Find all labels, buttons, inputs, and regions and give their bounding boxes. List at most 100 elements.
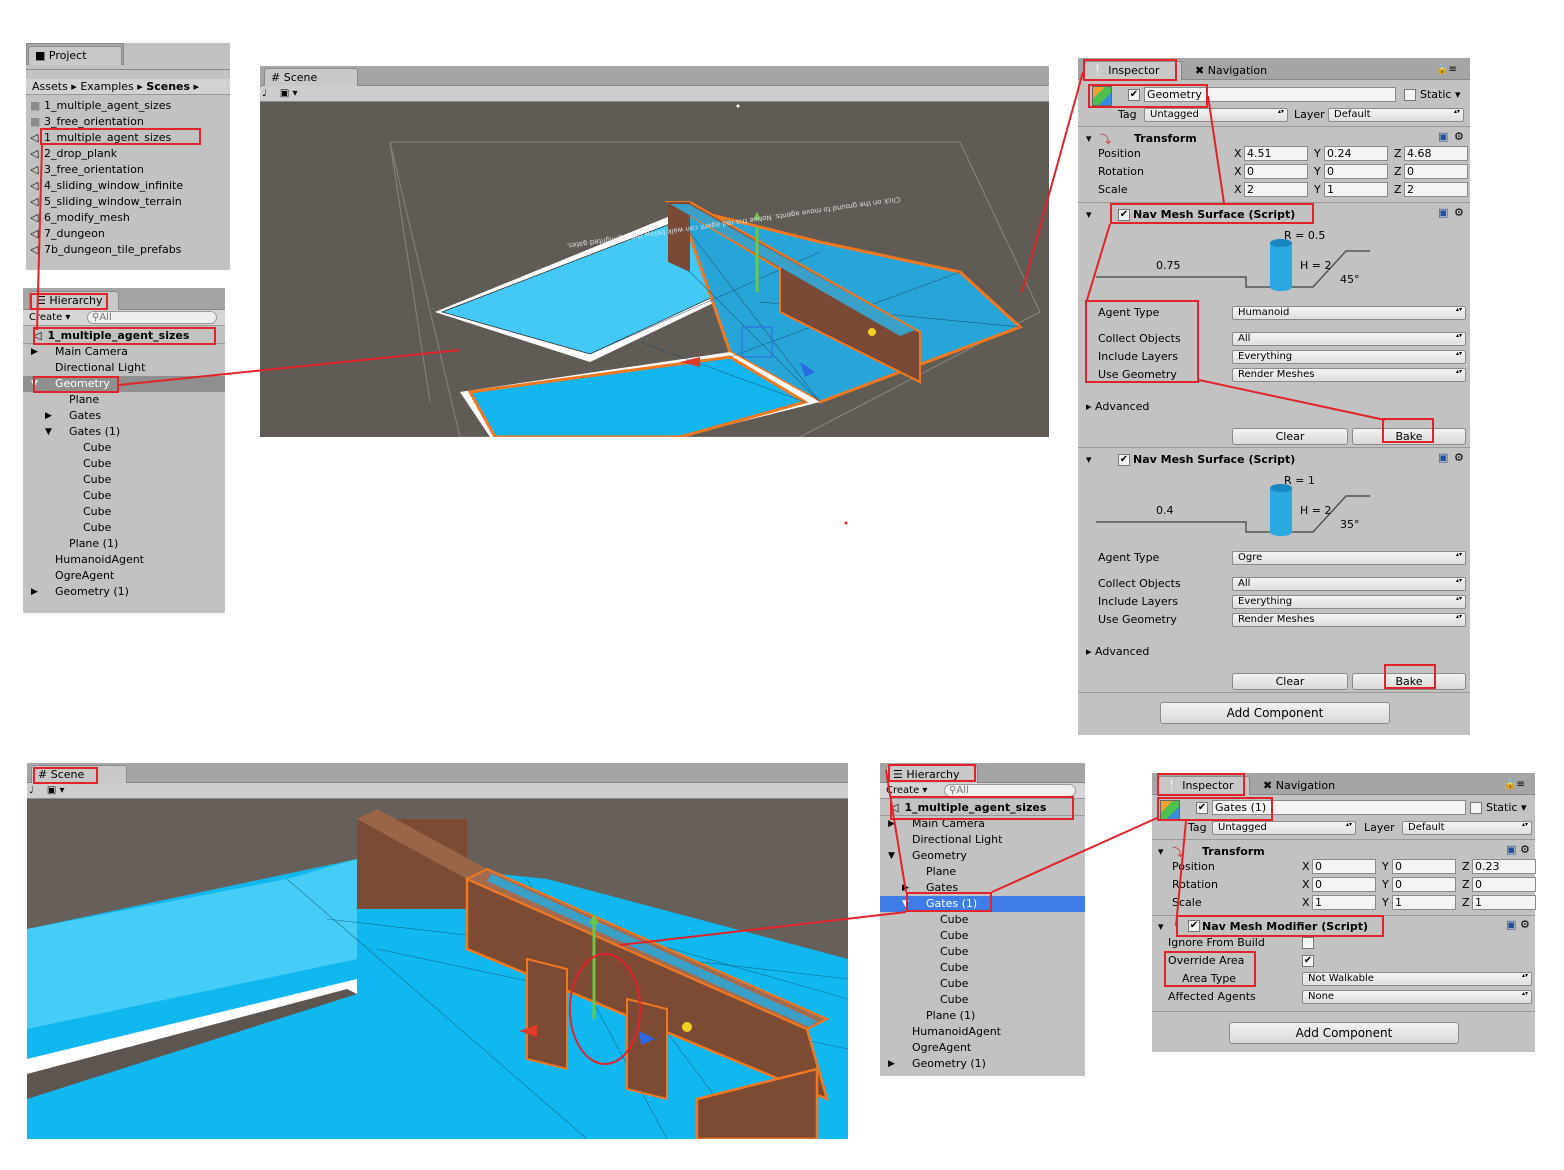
foldout-arrow-icon[interactable]: ▾ bbox=[1158, 845, 1164, 858]
transform-y-field[interactable]: 1 bbox=[1324, 182, 1388, 197]
object-name-field[interactable]: Geometry bbox=[1144, 87, 1396, 102]
active-checkbox[interactable]: ✔ bbox=[1196, 802, 1208, 814]
hierarchy-item[interactable]: ▶ Gates bbox=[23, 408, 225, 424]
transform-x-field[interactable]: 2 bbox=[1244, 182, 1308, 197]
foldout-right-icon[interactable]: ▶ bbox=[888, 818, 895, 830]
collect-objects-dropdown[interactable]: All bbox=[1232, 577, 1466, 591]
ignore-from-build-checkbox[interactable] bbox=[1302, 937, 1314, 949]
transform-z-field[interactable]: 4.68 bbox=[1404, 146, 1468, 161]
image-effects-icon[interactable]: ▣ ▾ bbox=[47, 785, 65, 796]
affected-agents-dropdown[interactable]: None bbox=[1302, 990, 1532, 1004]
scene-file-item[interactable]: ◁ 6_modify_mesh bbox=[26, 210, 230, 226]
tab-project[interactable]: ■ Project bbox=[28, 46, 122, 65]
hierarchy-item[interactable]: Plane (1) bbox=[23, 536, 225, 552]
static-checkbox[interactable] bbox=[1470, 802, 1482, 814]
hierarchy-item[interactable]: Cube bbox=[880, 992, 1085, 1008]
search-input[interactable]: ⚲All bbox=[87, 311, 217, 324]
hierarchy-item[interactable]: Directional Light bbox=[23, 360, 225, 376]
hierarchy-item[interactable]: Cube bbox=[880, 960, 1085, 976]
hierarchy-item[interactable]: Cube bbox=[880, 976, 1085, 992]
transform-y-field[interactable]: 0 bbox=[1392, 859, 1456, 874]
hierarchy-item[interactable]: ▶ Gates bbox=[880, 880, 1085, 896]
transform-z-field[interactable]: 0.23 bbox=[1472, 859, 1536, 874]
lock-icon[interactable]: 🔒≡ bbox=[1436, 64, 1457, 75]
scene-file-item[interactable]: ◁ 7_dungeon bbox=[26, 226, 230, 242]
create-dropdown[interactable]: Create ▾ bbox=[29, 311, 81, 325]
breadcrumb-assets[interactable]: Assets bbox=[32, 80, 68, 93]
foldout-down-icon[interactable]: ▼ bbox=[31, 378, 38, 390]
help-icon[interactable]: ▣ bbox=[1506, 843, 1516, 856]
gear-icon[interactable]: ⚙ bbox=[1454, 206, 1464, 219]
scene-file-item[interactable]: ◁ 4_sliding_window_infinite bbox=[26, 178, 230, 194]
area-type-dropdown[interactable]: Not Walkable bbox=[1302, 972, 1532, 986]
foldout-right-icon[interactable]: ▶ bbox=[31, 346, 38, 358]
add-component-button[interactable]: Add Component bbox=[1229, 1022, 1459, 1044]
advanced-foldout[interactable]: ▸ Advanced bbox=[1086, 645, 1149, 658]
bake-button[interactable]: Bake bbox=[1352, 673, 1466, 690]
transform-y-field[interactable]: 0.24 bbox=[1324, 146, 1388, 161]
hierarchy-item[interactable]: Cube bbox=[880, 944, 1085, 960]
gear-icon[interactable]: ⚙ bbox=[1520, 843, 1530, 856]
audio-icon[interactable]: ♩ bbox=[29, 785, 34, 796]
transform-x-field[interactable]: 4.51 bbox=[1244, 146, 1308, 161]
foldout-right-icon[interactable]: ▶ bbox=[45, 410, 52, 422]
layer-dropdown[interactable]: Default bbox=[1402, 821, 1532, 835]
modifier-enabled-checkbox[interactable]: ✔ bbox=[1188, 920, 1200, 932]
foldout-right-icon[interactable]: ▶ bbox=[902, 882, 909, 894]
tab-hierarchy[interactable]: ☰ Hierarchy bbox=[886, 765, 978, 783]
tab-navigation[interactable]: ✖ Navigation bbox=[1188, 61, 1298, 79]
component-enabled-checkbox[interactable]: ✔ bbox=[1118, 454, 1130, 466]
hierarchy-item[interactable]: ▼ Gates (1) bbox=[880, 896, 1085, 912]
override-area-checkbox[interactable]: ✔ bbox=[1302, 955, 1314, 967]
transform-z-field[interactable]: 0 bbox=[1472, 877, 1536, 892]
audio-icon[interactable]: ♩ bbox=[262, 88, 267, 99]
scene-file-item[interactable]: ◁ 3_free_orientation bbox=[26, 162, 230, 178]
hierarchy-item[interactable]: Directional Light bbox=[880, 832, 1085, 848]
transform-y-field[interactable]: 0 bbox=[1392, 877, 1456, 892]
tag-dropdown[interactable]: Untagged bbox=[1212, 821, 1356, 835]
active-checkbox[interactable]: ✔ bbox=[1128, 89, 1140, 101]
hierarchy-item[interactable]: ▶ Main Camera bbox=[23, 344, 225, 360]
agent-type-dropdown[interactable]: Humanoid bbox=[1232, 306, 1466, 320]
help-icon[interactable]: ▣ bbox=[1506, 918, 1516, 931]
hierarchy-item[interactable]: HumanoidAgent bbox=[880, 1024, 1085, 1040]
hierarchy-item[interactable]: ▼ Geometry bbox=[880, 848, 1085, 864]
tag-dropdown[interactable]: Untagged bbox=[1144, 108, 1288, 122]
transform-x-field[interactable]: 0 bbox=[1244, 164, 1308, 179]
tab-inspector[interactable]: ❕ Inspector bbox=[1084, 61, 1182, 80]
hierarchy-item[interactable]: ▶ Geometry (1) bbox=[880, 1056, 1085, 1072]
breadcrumb-scenes[interactable]: Scenes bbox=[146, 80, 190, 93]
static-checkbox[interactable] bbox=[1404, 89, 1416, 101]
hierarchy-item[interactable]: Cube bbox=[23, 456, 225, 472]
component-enabled-checkbox[interactable]: ✔ bbox=[1118, 209, 1130, 221]
foldout-down-icon[interactable]: ▼ bbox=[888, 850, 895, 862]
hierarchy-item[interactable]: Cube bbox=[880, 928, 1085, 944]
hierarchy-item[interactable]: HumanoidAgent bbox=[23, 552, 225, 568]
object-name-field[interactable]: Gates (1) bbox=[1212, 800, 1466, 815]
agent-type-dropdown[interactable]: Ogre bbox=[1232, 551, 1466, 565]
transform-z-field[interactable]: 2 bbox=[1404, 182, 1468, 197]
hierarchy-item[interactable]: ▼ Geometry bbox=[23, 376, 225, 392]
transform-y-field[interactable]: 0 bbox=[1324, 164, 1388, 179]
hierarchy-item[interactable]: Cube bbox=[23, 472, 225, 488]
include-layers-dropdown[interactable]: Everything bbox=[1232, 595, 1466, 609]
collect-objects-dropdown[interactable]: All bbox=[1232, 332, 1466, 346]
add-component-button[interactable]: Add Component bbox=[1160, 702, 1390, 724]
transform-z-field[interactable]: 0 bbox=[1404, 164, 1468, 179]
transform-x-field[interactable]: 1 bbox=[1312, 895, 1376, 910]
help-icon[interactable]: ▣ bbox=[1438, 451, 1448, 464]
hierarchy-item[interactable]: Plane bbox=[23, 392, 225, 408]
foldout-down-icon[interactable]: ▼ bbox=[45, 426, 52, 438]
scene-view-1[interactable]: # Scene ♩ ▣ ▾ Click on the ground to mov… bbox=[260, 66, 1049, 437]
transform-x-field[interactable]: 0 bbox=[1312, 877, 1376, 892]
tab-navigation[interactable]: ✖ Navigation bbox=[1256, 776, 1366, 794]
tab-scene[interactable]: # Scene bbox=[31, 765, 127, 783]
transform-y-field[interactable]: 1 bbox=[1392, 895, 1456, 910]
bake-button[interactable]: Bake bbox=[1352, 428, 1466, 445]
tab-inspector[interactable]: ❕ Inspector bbox=[1158, 776, 1250, 795]
scene-file-item[interactable]: ◁ 2_drop_plank bbox=[26, 146, 230, 162]
foldout-arrow-icon[interactable]: ▾ bbox=[1158, 920, 1164, 933]
foldout-arrow-icon[interactable]: ▾ bbox=[1086, 208, 1092, 221]
hierarchy-item[interactable]: Cube bbox=[23, 440, 225, 456]
foldout-arrow-icon[interactable]: ▾ bbox=[1086, 453, 1092, 466]
